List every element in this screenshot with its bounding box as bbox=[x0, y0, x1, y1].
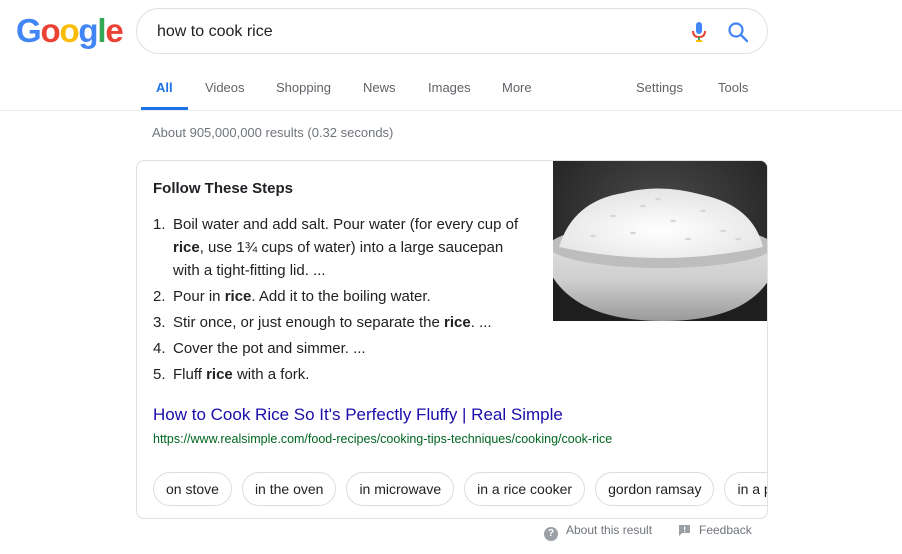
search-icon[interactable] bbox=[727, 21, 749, 43]
tab-images[interactable]: Images bbox=[428, 80, 471, 96]
help-icon: ? bbox=[544, 527, 558, 541]
result-stats: About 905,000,000 results (0.32 seconds) bbox=[152, 125, 394, 140]
search-box[interactable]: how to cook rice bbox=[136, 8, 768, 54]
mic-icon[interactable] bbox=[689, 21, 709, 43]
step-text: Boil water and add salt. Pour water (for… bbox=[173, 216, 519, 279]
step-number: 5. bbox=[153, 366, 166, 383]
featured-snippet-card: Follow These Steps 1. Boil water and add… bbox=[136, 160, 768, 519]
tab-videos[interactable]: Videos bbox=[205, 80, 245, 96]
step-number: 3. bbox=[153, 314, 166, 331]
chip-in-a-rice-cooker[interactable]: in a rice cooker bbox=[464, 472, 586, 506]
snippet-title: Follow These Steps bbox=[153, 180, 294, 197]
related-chips: on stove in the oven in microwave in a rice… bbox=[153, 472, 767, 506]
chip-on-stove[interactable]: on stove bbox=[153, 472, 232, 506]
tab-more[interactable]: More bbox=[502, 80, 532, 96]
step-number: 1. bbox=[153, 216, 166, 233]
list-item: 2. Pour in rice. Add it to the boiling w… bbox=[153, 285, 533, 308]
rice-bowl-image[interactable] bbox=[553, 161, 767, 321]
feedback-icon bbox=[679, 525, 690, 536]
result-title-link[interactable]: How to Cook Rice So It's Perfectly Fluff… bbox=[153, 404, 563, 426]
list-item: 3. Stir once, or just enough to separate… bbox=[153, 311, 533, 334]
rice-bowl-photo bbox=[553, 161, 767, 321]
tab-tools[interactable]: Tools bbox=[718, 80, 748, 96]
active-tab-indicator bbox=[141, 107, 188, 110]
feedback-label: Feedback bbox=[699, 523, 752, 537]
tab-shopping[interactable]: Shopping bbox=[276, 80, 331, 96]
step-text: Stir once, or just enough to separate th… bbox=[173, 314, 492, 331]
about-this-result-link[interactable]: ? About this result bbox=[544, 522, 652, 541]
logo-letter: G bbox=[16, 12, 42, 49]
google-logo[interactable]: Google bbox=[16, 12, 124, 50]
logo-letter: o bbox=[59, 12, 79, 49]
logo-letter: l bbox=[97, 12, 106, 49]
about-label: About this result bbox=[566, 523, 653, 537]
tab-settings[interactable]: Settings bbox=[636, 80, 683, 96]
chip-in-a-pr[interactable]: in a pr bbox=[724, 472, 767, 506]
logo-letter: g bbox=[78, 12, 98, 49]
result-url: https://www.realsimple.com/food-recipes/… bbox=[153, 432, 613, 446]
tab-news[interactable]: News bbox=[363, 80, 396, 96]
feedback-link[interactable]: Feedback bbox=[678, 522, 752, 538]
step-number: 2. bbox=[153, 288, 166, 305]
tab-all[interactable]: All bbox=[156, 80, 173, 96]
search-input[interactable]: how to cook rice bbox=[157, 22, 273, 42]
step-text: Fluff rice with a fork. bbox=[173, 366, 310, 383]
step-number: 4. bbox=[153, 340, 166, 357]
chip-gordon-ramsay[interactable]: gordon ramsay bbox=[595, 472, 715, 506]
logo-letter: o bbox=[40, 12, 60, 49]
list-item: 5. Fluff rice with a fork. bbox=[153, 363, 533, 386]
chip-in-the-oven[interactable]: in the oven bbox=[241, 472, 337, 506]
step-text: Pour in rice. Add it to the boiling wate… bbox=[173, 288, 431, 305]
list-item: 4. Cover the pot and simmer. ... bbox=[153, 337, 533, 360]
logo-letter: e bbox=[105, 12, 123, 49]
steps-list: 1. Boil water and add salt. Pour water (… bbox=[153, 213, 533, 389]
chip-in-microwave[interactable]: in microwave bbox=[346, 472, 455, 506]
step-text: Cover the pot and simmer. ... bbox=[173, 340, 366, 357]
search-tabs: All Videos Shopping News Images More Set… bbox=[0, 78, 902, 111]
list-item: 1. Boil water and add salt. Pour water (… bbox=[153, 213, 533, 282]
